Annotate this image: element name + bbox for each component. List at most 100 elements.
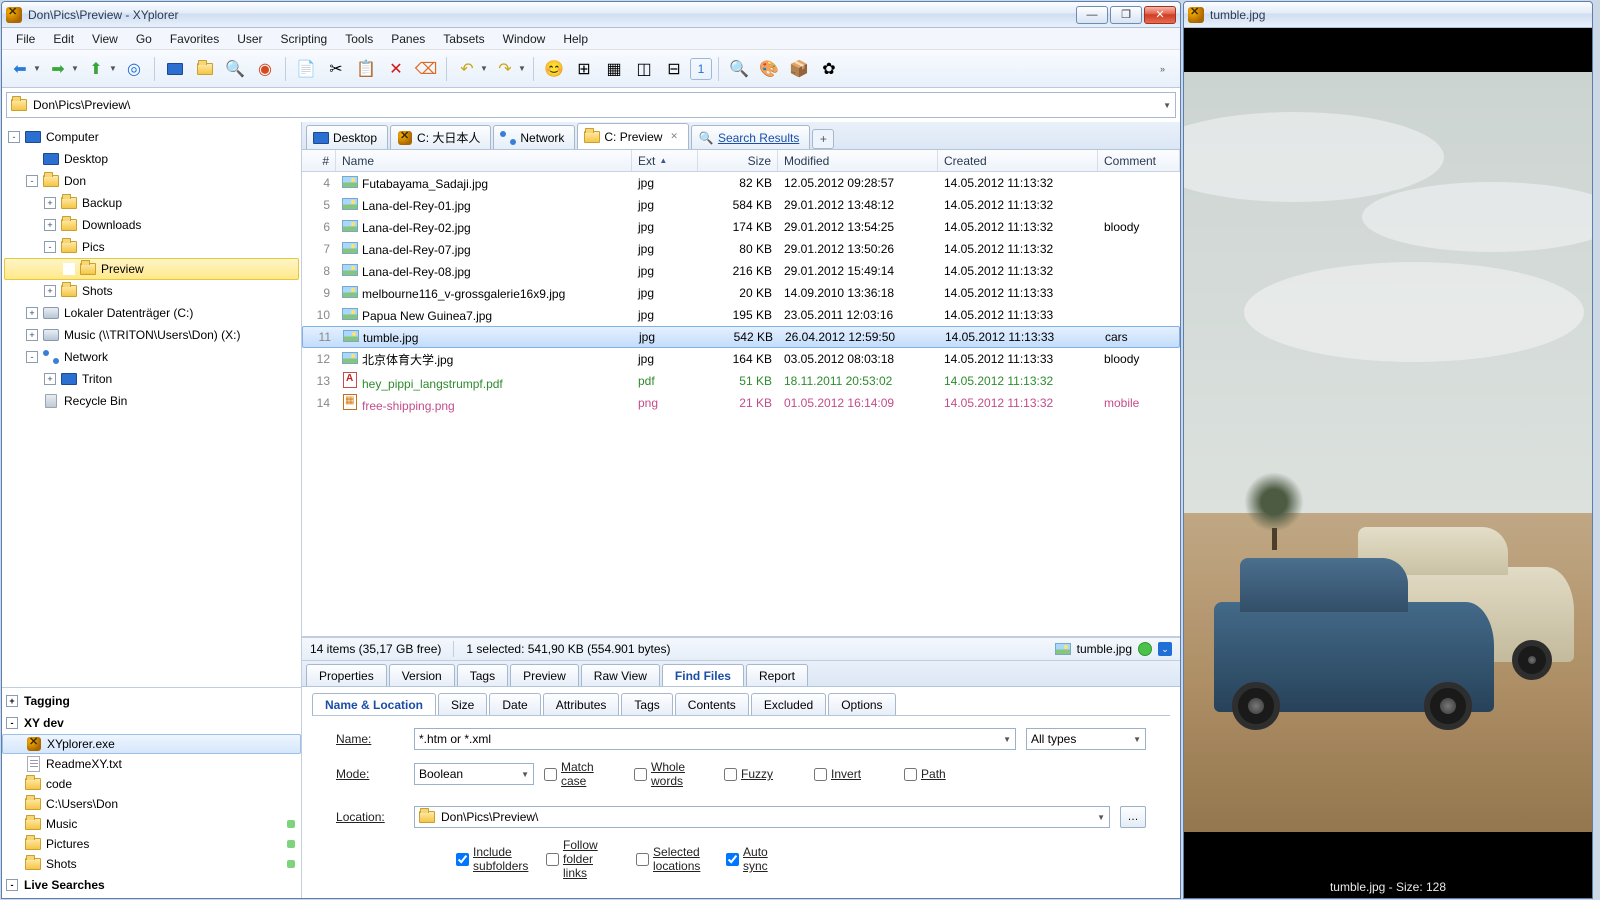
file-row[interactable]: 10Papua New Guinea7.jpgjpg195 KB23.05.20… (302, 304, 1180, 326)
catalog-item[interactable]: ReadmeXY.txt (2, 754, 301, 774)
find-tab-date[interactable]: Date (489, 693, 540, 715)
col-size[interactable]: Size (698, 150, 778, 171)
forward-button[interactable]: ➡ (44, 55, 72, 83)
tree-toggle[interactable]: + (44, 197, 56, 209)
menu-go[interactable]: Go (128, 30, 160, 48)
catalog-item[interactable]: Music (2, 814, 301, 834)
location-combo[interactable]: Don\Pics\Preview\▼ (414, 806, 1110, 828)
col-crt[interactable]: Created (938, 150, 1098, 171)
catalog-item[interactable]: Shots (2, 854, 301, 874)
preview-titlebar[interactable]: tumble.jpg (1184, 2, 1592, 28)
menu-file[interactable]: File (8, 30, 43, 48)
invert-check[interactable]: Invert (814, 767, 882, 781)
col-num[interactable]: # (302, 150, 336, 171)
auto-sync-check[interactable]: Auto sync (726, 845, 794, 873)
find-tab-tags[interactable]: Tags (621, 693, 672, 715)
grid2-icon[interactable]: ▦ (600, 55, 628, 83)
info-tab-preview[interactable]: Preview (510, 664, 579, 686)
col-com[interactable]: Comment (1098, 150, 1180, 171)
file-row[interactable]: 6Lana-del-Rey-02.jpgjpg174 KB29.01.2012 … (302, 216, 1180, 238)
tree-item[interactable]: -Network (4, 346, 299, 368)
name-combo[interactable]: *.htm or *.xml▼ (414, 728, 1016, 750)
col-mod[interactable]: Modified (778, 150, 938, 171)
file-tab[interactable]: Desktop (306, 125, 388, 149)
eraser-icon[interactable]: ⌫ (412, 55, 440, 83)
info-tab-properties[interactable]: Properties (306, 664, 387, 686)
paste-icon[interactable]: 📋 (352, 55, 380, 83)
address-input[interactable] (33, 98, 1163, 112)
tree-toggle[interactable] (63, 263, 75, 275)
face-icon[interactable]: 😊 (540, 55, 568, 83)
close-button[interactable]: ✕ (1144, 6, 1176, 24)
swatch-icon[interactable]: 🎨 (755, 55, 783, 83)
include-subfolders-check[interactable]: Include subfolders (456, 845, 524, 873)
undo-dropdown[interactable]: ▼ (479, 64, 489, 73)
catalog-heading[interactable]: +Tagging (2, 690, 301, 712)
file-row[interactable]: 8Lana-del-Rey-08.jpgjpg216 KB29.01.2012 … (302, 260, 1180, 282)
tree-item[interactable]: +Backup (4, 192, 299, 214)
tree-toggle[interactable]: + (26, 307, 38, 319)
find-tab-attributes[interactable]: Attributes (543, 693, 620, 715)
menu-edit[interactable]: Edit (45, 30, 82, 48)
file-row[interactable]: 13hey_pippi_langstrumpf.pdfpdf51 KB18.11… (302, 370, 1180, 392)
box-icon[interactable]: 📦 (785, 55, 813, 83)
tree-toggle[interactable]: - (26, 175, 38, 187)
menu-view[interactable]: View (84, 30, 126, 48)
menu-tools[interactable]: Tools (337, 30, 381, 48)
panes-icon[interactable]: ◫ (630, 55, 658, 83)
up-button[interactable]: ⬆ (82, 55, 110, 83)
up-dropdown[interactable]: ▼ (108, 64, 118, 73)
tree-item[interactable]: Preview (4, 258, 299, 280)
tree-item[interactable]: +Triton (4, 368, 299, 390)
match-case-check[interactable]: Match case (544, 760, 612, 788)
file-row[interactable]: 4Futabayama_Sadaji.jpgjpg82 KB12.05.2012… (302, 172, 1180, 194)
catalog-item[interactable]: Pictures (2, 834, 301, 854)
tree-toggle[interactable]: + (26, 329, 38, 341)
desktop-icon[interactable] (161, 55, 189, 83)
toolbar-overflow[interactable]: » (1160, 64, 1176, 74)
tree-toggle[interactable]: - (44, 241, 56, 253)
find-tab-name-location[interactable]: Name & Location (312, 693, 436, 715)
undo-icon[interactable]: ↶ (453, 55, 481, 83)
tree-item[interactable]: Recycle Bin (4, 390, 299, 412)
tree-item[interactable]: +Shots (4, 280, 299, 302)
tree-item[interactable]: -Pics (4, 236, 299, 258)
tree-item[interactable]: -Don (4, 170, 299, 192)
tree-toggle[interactable]: + (44, 219, 56, 231)
titlebar[interactable]: Don\Pics\Preview - XYplorer — ❐ ✕ (2, 2, 1180, 28)
file-row[interactable]: 9melbourne116_v-grossgalerie16x9.jpgjpg2… (302, 282, 1180, 304)
tree-toggle[interactable] (26, 395, 38, 407)
catalog-heading[interactable]: -XY dev (2, 712, 301, 734)
file-tab[interactable]: C: Preview✕ (577, 123, 689, 149)
tree-item[interactable]: +Lokaler Datenträger (C:) (4, 302, 299, 324)
file-row[interactable]: 12北京体育大学.jpgjpg164 KB03.05.2012 08:03:18… (302, 348, 1180, 370)
file-list-header[interactable]: # Name Ext▲ Size Modified Created Commen… (302, 150, 1180, 172)
one-icon[interactable]: 1 (690, 58, 712, 80)
mode-combo[interactable]: Boolean▼ (414, 763, 534, 785)
info-tab-version[interactable]: Version (389, 664, 455, 686)
tree-item[interactable]: +Downloads (4, 214, 299, 236)
find-tab-size[interactable]: Size (438, 693, 487, 715)
redo-icon[interactable]: ↷ (491, 55, 519, 83)
info-tab-raw view[interactable]: Raw View (581, 664, 660, 686)
info-tab-tags[interactable]: Tags (457, 664, 508, 686)
info-tab-find files[interactable]: Find Files (662, 664, 744, 686)
selected-locations-check[interactable]: Selected locations (636, 845, 704, 873)
follow-links-check[interactable]: Follow folder links (546, 838, 614, 880)
file-tab[interactable]: Network (493, 125, 575, 149)
target-icon[interactable]: ◎ (120, 55, 148, 83)
file-row[interactable]: 14free-shipping.pngpng21 KB01.05.2012 16… (302, 392, 1180, 414)
split-icon[interactable]: ⊟ (660, 55, 688, 83)
file-tab[interactable]: C: 大日本人 (390, 125, 491, 149)
menu-favorites[interactable]: Favorites (162, 30, 227, 48)
menu-panes[interactable]: Panes (383, 30, 433, 48)
flower-icon[interactable]: ✿ (815, 55, 843, 83)
find-tab-excluded[interactable]: Excluded (751, 693, 826, 715)
redo-dropdown[interactable]: ▼ (517, 64, 527, 73)
cut-icon[interactable]: ✂ (322, 55, 350, 83)
col-ext[interactable]: Ext▲ (632, 150, 698, 171)
tree-toggle[interactable]: - (26, 351, 38, 363)
forward-dropdown[interactable]: ▼ (70, 64, 80, 73)
types-combo[interactable]: All types▼ (1026, 728, 1146, 750)
menu-user[interactable]: User (229, 30, 270, 48)
